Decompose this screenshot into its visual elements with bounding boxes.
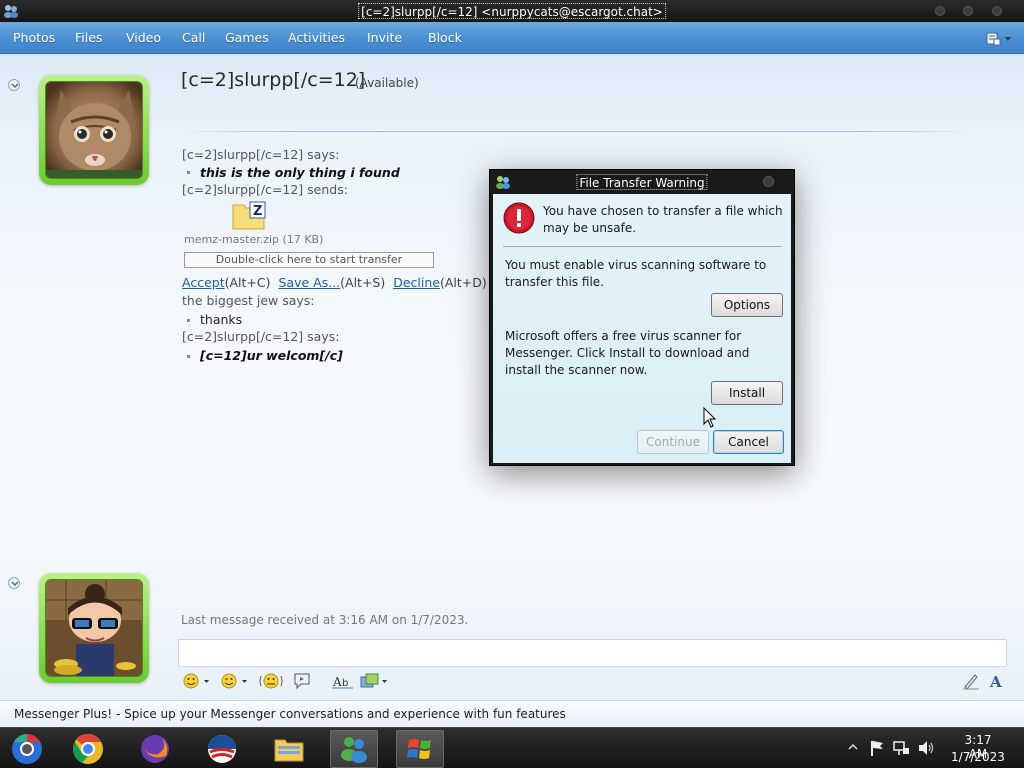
decline-shortcut: (Alt+D) <box>439 275 487 290</box>
last-message-info: Last message received at 3:16 AM on 1/7/… <box>181 613 469 627</box>
zip-file-icon[interactable]: Z <box>232 201 266 231</box>
mouse-cursor-icon <box>703 407 717 428</box>
scanner-message: Microsoft offers a free virus scanner fo… <box>505 329 750 377</box>
voice-clip-icon[interactable] <box>292 672 312 690</box>
handwriting-icon[interactable] <box>962 672 980 690</box>
save-as-link[interactable]: Save As... <box>279 275 341 290</box>
menu-activities[interactable]: Activities <box>288 30 345 45</box>
message-sender: [c=2]slurpp[/c=12] says: <box>182 329 340 344</box>
taskbar-file-explorer[interactable] <box>265 730 313 768</box>
start-transfer-bar[interactable]: Double-click here to start transfer <box>184 252 434 268</box>
menu-games[interactable]: Games <box>225 30 269 45</box>
message-sender: [c=2]slurpp[/c=12] sends: <box>182 182 348 197</box>
message-input[interactable] <box>178 639 1007 667</box>
clock-date[interactable]: 1/7/2023 <box>949 750 1007 764</box>
taskbar-messenger[interactable] <box>330 730 378 768</box>
menu-invite[interactable]: Invite <box>367 30 402 45</box>
messenger-icon <box>4 5 18 18</box>
message-text: thanks <box>200 312 243 327</box>
menu-files[interactable]: Files <box>75 30 102 45</box>
dialog-body: You have chosen to transfer a file which… <box>493 194 791 463</box>
close-button[interactable] <box>992 6 1002 16</box>
message-bullet <box>187 171 190 174</box>
menu-options-icon[interactable] <box>985 31 1013 47</box>
messenger-icon <box>341 737 367 763</box>
file-explorer-icon <box>274 739 304 762</box>
message-bullet <box>187 319 190 322</box>
chrome-dev-icon <box>12 734 42 764</box>
taskbar-firefox[interactable] <box>131 730 179 768</box>
background-icon[interactable] <box>360 672 390 690</box>
obama-icon <box>208 735 236 763</box>
install-button[interactable]: Install <box>711 381 783 405</box>
menu-video[interactable]: Video <box>126 30 161 45</box>
error-icon <box>503 202 535 234</box>
header-divider <box>181 131 971 132</box>
window-title: [c=2]slurpp[/c=12] <nurppycats@escargot.… <box>358 3 666 19</box>
collapse-contact-button[interactable] <box>8 79 20 91</box>
cartoon-avatar-picture <box>46 580 142 676</box>
title-bar: [c=2]slurpp[/c=12] <nurppycats@escargot.… <box>0 0 1024 22</box>
dialog-divider <box>503 246 782 247</box>
file-transfer-warning-dialog: File Transfer Warning You have chosen to… <box>489 169 795 466</box>
virus-scan-message: You must enable virus scanning software … <box>505 258 767 289</box>
chrome-icon <box>73 733 103 764</box>
wink-icon[interactable] <box>220 672 250 690</box>
messenger-icon <box>496 176 510 189</box>
accept-shortcut: (Alt+C) <box>224 275 271 290</box>
svg-text:b: b <box>342 678 348 689</box>
message-bullet <box>187 355 190 358</box>
taskbar-chrome-dev[interactable] <box>3 730 51 768</box>
self-avatar[interactable] <box>39 573 149 683</box>
maximize-button[interactable] <box>963 6 973 16</box>
dialog-close-button[interactable] <box>763 176 774 187</box>
continue-button[interactable]: Continue <box>637 430 709 454</box>
messenger-plus-text: Messenger Plus! - Spice up your Messenge… <box>14 707 566 721</box>
taskbar-obama[interactable] <box>198 730 246 768</box>
taskbar-chrome[interactable] <box>64 730 112 768</box>
contact-avatar[interactable] <box>39 75 149 185</box>
file-name: memz-master.zip (17 KB) <box>184 233 324 246</box>
nudge-icon[interactable] <box>258 672 284 690</box>
action-center-flag-icon[interactable] <box>869 739 885 757</box>
taskbar: 3:17 AM 1/7/2023 <box>0 727 1024 768</box>
contact-status: (Available) <box>355 76 419 90</box>
kitten-picture <box>46 82 142 178</box>
cancel-button[interactable]: Cancel <box>713 430 784 454</box>
menu-bar: Photos Files Video Call Games Activities… <box>0 22 1024 54</box>
contact-name: [c=2]slurpp[/c=12] <box>181 69 366 91</box>
accept-link[interactable]: Accept <box>182 275 225 290</box>
font-style-icon[interactable]: A b <box>332 672 354 690</box>
taskbar-windows-xp[interactable] <box>396 730 444 768</box>
text-mode-icon[interactable]: A <box>988 672 1006 690</box>
chevron-down-icon <box>11 83 19 89</box>
file-actions: Accept(Alt+C) Save As...(Alt+S) Decline(Al… <box>182 275 487 290</box>
svg-text:Z: Z <box>253 204 262 219</box>
menu-call[interactable]: Call <box>182 30 205 45</box>
message-text: this is the only thing i found <box>200 165 400 180</box>
collapse-self-button[interactable] <box>8 577 20 589</box>
dialog-title: File Transfer Warning <box>576 174 708 190</box>
menu-block[interactable]: Block <box>428 30 462 45</box>
svg-text:A: A <box>989 673 1002 690</box>
volume-icon[interactable] <box>917 740 935 756</box>
network-icon[interactable] <box>892 739 910 757</box>
chevron-down-icon <box>11 581 19 587</box>
windows-xp-icon <box>407 739 431 759</box>
options-button[interactable]: Options <box>711 293 783 317</box>
message-sender: [c=2]slurpp[/c=12] says: <box>182 147 340 162</box>
message-sender: the biggest jew says: <box>182 293 315 308</box>
show-hidden-icons-icon[interactable] <box>848 743 858 751</box>
firefox-icon <box>141 735 169 763</box>
message-text: [c=12]ur welcom[/c] <box>200 348 343 363</box>
messenger-plus-bar[interactable]: Messenger Plus! - Spice up your Messenge… <box>0 700 1024 727</box>
minimize-button[interactable] <box>935 6 945 16</box>
decline-link[interactable]: Decline <box>393 275 440 290</box>
warning-message: You have chosen to transfer a file which… <box>543 204 783 235</box>
menu-photos[interactable]: Photos <box>13 30 55 45</box>
emoticon-icon[interactable] <box>182 672 212 690</box>
save-as-shortcut: (Alt+S) <box>340 275 386 290</box>
svg-text:A: A <box>332 675 342 689</box>
